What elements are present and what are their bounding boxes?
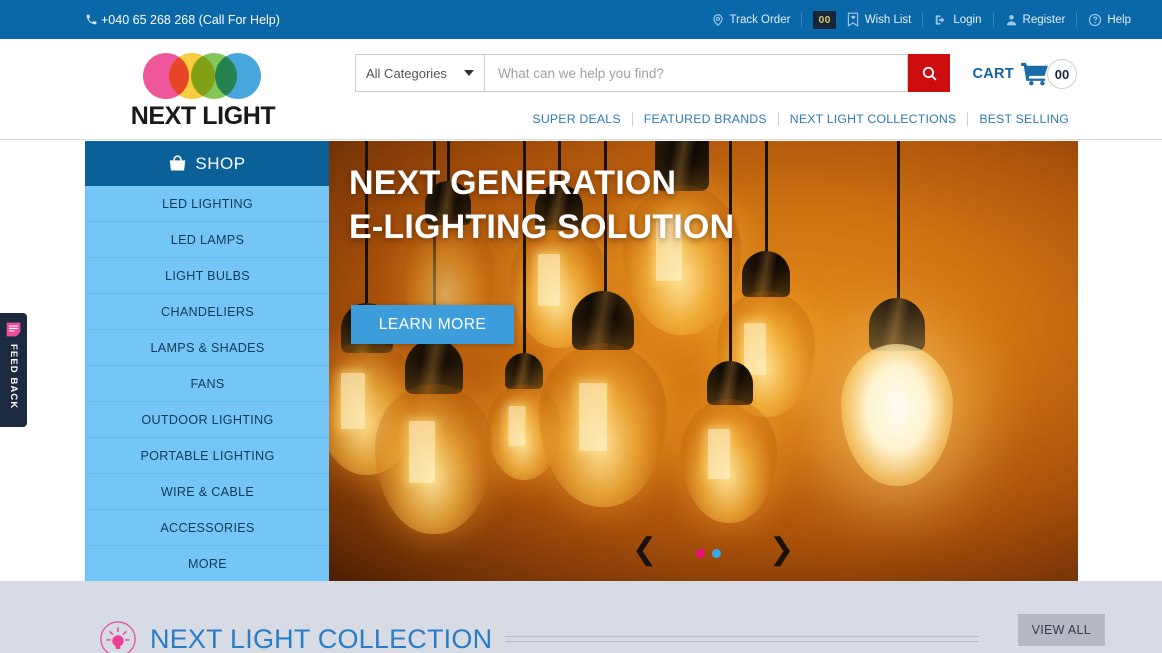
category-select-value: All Categories — [366, 65, 447, 81]
page-root: +040 65 268 268 (Call For Help) Track Or… — [0, 0, 1162, 653]
wish-list-count: 00 — [813, 10, 836, 29]
chevron-down-icon — [464, 70, 474, 76]
phone-contact[interactable]: +040 65 268 268 (Call For Help) — [85, 13, 280, 27]
sidebar-item-led-lamps[interactable]: LED LAMPS — [85, 222, 329, 258]
sidebar-item-outdoor-lighting[interactable]: OUTDOOR LIGHTING — [85, 402, 329, 438]
main-navigation: SUPER DEALS FEATURED BRANDS NEXT LIGHT C… — [521, 112, 1080, 126]
hero-carousel: NEXT GENERATION E-LIGHTING SOLUTION LEAR… — [329, 141, 1078, 581]
login-arrow-icon — [934, 13, 948, 27]
register-link[interactable]: Register — [994, 10, 1077, 30]
register-label: Register — [1022, 13, 1066, 26]
sidebar-item-led-lighting[interactable]: LED LIGHTING — [85, 186, 329, 222]
logo[interactable]: NEXT LIGHT — [123, 51, 283, 131]
sidebar-item-chandeliers[interactable]: CHANDELIERS — [85, 294, 329, 330]
location-pin-icon — [711, 13, 725, 27]
sidebar-item-accessories[interactable]: ACCESSORIES — [85, 510, 329, 546]
collection-title: NEXT LIGHT COLLECTION — [150, 623, 493, 653]
nav-item-best-selling[interactable]: BEST SELLING — [968, 112, 1080, 126]
site-header: NEXT LIGHT All Categories CART 00 SUPER … — [0, 39, 1162, 140]
hero-title-line-2: E-LIGHTING SOLUTION — [349, 207, 735, 246]
search-button[interactable] — [908, 54, 950, 92]
phone-number: +040 65 268 268 (Call For Help) — [101, 12, 280, 27]
view-all-button[interactable]: VIEW ALL — [1017, 614, 1105, 646]
search-icon — [921, 65, 938, 82]
category-sidebar: SHOP LED LIGHTING LED LAMPS LIGHT BULBS … — [85, 141, 329, 582]
login-link[interactable]: Login — [923, 10, 992, 30]
sidebar-item-lamps-shades[interactable]: LAMPS & SHADES — [85, 330, 329, 366]
track-order-label: Track Order — [729, 13, 791, 26]
hero-title: NEXT GENERATION E-LIGHTING SOLUTION — [349, 162, 734, 249]
cart-count: 00 — [1047, 59, 1077, 89]
phone-icon — [85, 13, 98, 26]
logo-circle-blue — [215, 53, 261, 99]
category-select[interactable]: All Categories — [355, 54, 485, 92]
carousel-dot-1[interactable] — [696, 549, 705, 558]
feedback-label: FEED BACK — [8, 344, 19, 410]
collection-heading-row: NEXT LIGHT COLLECTION — [99, 620, 979, 653]
wishlist-heart-icon — [846, 12, 860, 27]
sidebar-header-label: SHOP — [195, 153, 246, 173]
sidebar-item-light-bulbs[interactable]: LIGHT BULBS — [85, 258, 329, 294]
collection-section: NEXT LIGHT COLLECTION VIEW ALL — [0, 581, 1162, 653]
nav-item-super-deals[interactable]: SUPER DEALS — [521, 112, 631, 126]
search-bar: All Categories — [355, 54, 950, 92]
cart-widget[interactable]: CART 00 — [973, 59, 1077, 89]
shopping-bag-icon — [168, 155, 187, 172]
learn-more-button[interactable]: LEARN MORE — [351, 305, 514, 344]
logo-text: NEXT LIGHT — [130, 102, 276, 130]
carousel-dot-2[interactable] — [712, 549, 721, 558]
carousel-prev-arrow[interactable]: ❮ — [632, 535, 657, 565]
feedback-note-icon — [6, 322, 21, 337]
shopping-cart-icon — [1021, 62, 1049, 86]
help-link[interactable]: Help — [1077, 10, 1142, 30]
hero-title-line-1: NEXT GENERATION — [349, 164, 677, 202]
sidebar-item-portable-lighting[interactable]: PORTABLE LIGHTING — [85, 438, 329, 474]
question-circle-icon — [1088, 13, 1102, 27]
wish-list-link[interactable]: 00 Wish List — [802, 10, 922, 30]
carousel-next-arrow[interactable]: ❯ — [769, 535, 794, 565]
bulb-circle-icon — [99, 620, 137, 653]
nav-item-next-light-collections[interactable]: NEXT LIGHT COLLECTIONS — [779, 112, 968, 126]
help-label: Help — [1107, 13, 1131, 26]
sidebar-item-more[interactable]: MORE — [85, 546, 329, 582]
carousel-dots — [696, 549, 721, 558]
top-utility-bar: +040 65 268 268 (Call For Help) Track Or… — [0, 0, 1162, 39]
user-icon — [1005, 13, 1018, 27]
sidebar-item-wire-cable[interactable]: WIRE & CABLE — [85, 474, 329, 510]
wish-list-label: Wish List — [864, 13, 912, 26]
header-divider — [0, 139, 1162, 140]
collection-divider — [505, 636, 979, 642]
search-input[interactable] — [485, 54, 908, 92]
sidebar-header-shop[interactable]: SHOP — [85, 141, 329, 186]
feedback-tab[interactable]: FEED BACK — [0, 313, 27, 427]
track-order-link[interactable]: Track Order — [700, 10, 802, 30]
cart-label: CART — [972, 66, 1014, 82]
nav-item-featured-brands[interactable]: FEATURED BRANDS — [633, 112, 778, 126]
top-utility-links: Track Order 00 Wish List Login Register … — [700, 0, 1142, 39]
logo-circles-icon — [143, 51, 263, 99]
login-label: Login — [953, 13, 982, 26]
sidebar-item-fans[interactable]: FANS — [85, 366, 329, 402]
